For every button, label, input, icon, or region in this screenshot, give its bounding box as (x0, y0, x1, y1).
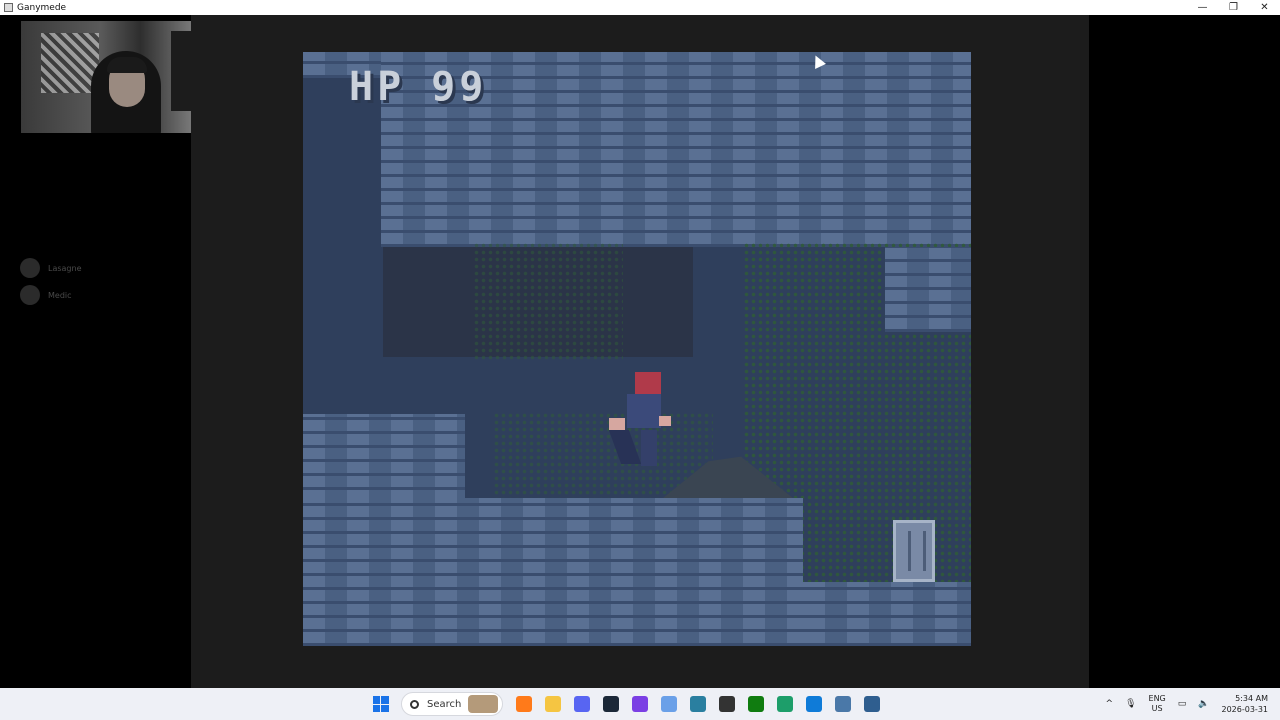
taskbar-app-button[interactable] (799, 688, 828, 720)
moss-patch (473, 242, 623, 362)
region-label: US (1151, 704, 1163, 713)
volume-icon[interactable]: 🔈 (1198, 699, 1209, 709)
viewer-item: Lasagne (20, 258, 82, 278)
obs-icon (718, 696, 735, 712)
steam-icon (602, 696, 619, 712)
hp-label: HP (349, 64, 406, 110)
start-button[interactable] (366, 688, 395, 720)
taskbar-app-button[interactable] (596, 688, 625, 720)
taskbar-app-button[interactable] (741, 688, 770, 720)
language-indicator[interactable]: ENG US (1149, 694, 1166, 714)
restore-button[interactable]: ❐ (1218, 0, 1249, 15)
door-sprite (893, 520, 935, 582)
search-highlight-image (468, 695, 498, 713)
hp-value: 99 (431, 64, 488, 110)
close-button[interactable]: ✕ (1249, 0, 1280, 15)
discord-icon (573, 696, 590, 712)
clock-time: 5:34 AM (1235, 694, 1268, 703)
firefox-icon (515, 696, 532, 712)
viewer-item: Medic (20, 285, 72, 305)
player-character (605, 372, 675, 468)
window-title: Ganymede (17, 2, 67, 13)
viewer-name: Lasagne (48, 263, 82, 273)
microphone-icon[interactable]: 🎙 (1125, 699, 1136, 709)
taskbar: Search ^ 🎙 ENG US ▭ 🔈 5:34 AM 2026-03-31 (0, 688, 1280, 720)
taskbar-app-button[interactable] (770, 688, 799, 720)
avatar (20, 285, 40, 305)
headset-app-icon (631, 696, 648, 712)
cave-background (303, 78, 381, 414)
game-app-icon (689, 696, 706, 712)
calculator-icon (834, 696, 851, 712)
taskbar-app-button[interactable] (654, 688, 683, 720)
emulator-app-icon (863, 696, 880, 712)
chat-app-icon (776, 696, 793, 712)
taskbar-app-button[interactable] (567, 688, 596, 720)
floor-platform (303, 498, 803, 646)
xbox-icon (747, 696, 764, 712)
edge-icon (805, 696, 822, 712)
search-icon (410, 699, 419, 709)
right-wall (885, 247, 971, 332)
stream-overlay-panel: Lasagne Medic (0, 15, 220, 688)
taskbar-app-button[interactable] (828, 688, 857, 720)
taskbar-app-button[interactable] (683, 688, 712, 720)
lower-floor (803, 582, 971, 646)
search-label: Search (427, 698, 462, 710)
avatar (20, 258, 40, 278)
windows-start-icon (372, 696, 389, 712)
clock-date: 2026-03-31 (1221, 705, 1269, 714)
window-controls: — ❐ ✕ (1187, 0, 1280, 15)
taskbar-app-button[interactable] (857, 688, 886, 720)
taskbar-app-button[interactable] (712, 688, 741, 720)
clock[interactable]: 5:34 AM 2026-03-31 (1222, 693, 1269, 715)
taskbar-app-button[interactable] (625, 688, 654, 720)
app-icon (4, 3, 13, 12)
tray-overflow-button[interactable]: ^ (1106, 699, 1114, 709)
taskbar-search[interactable]: Search (401, 692, 503, 716)
taskbar-app-button[interactable] (538, 688, 567, 720)
arrow-app-icon (660, 696, 677, 712)
network-icon[interactable]: ▭ (1178, 699, 1187, 709)
file-explorer-icon (544, 696, 561, 712)
window-titlebar: Ganymede — ❐ ✕ (0, 0, 1280, 15)
language-label: ENG (1148, 694, 1166, 703)
taskbar-app-button[interactable] (509, 688, 538, 720)
right-letterbox (1089, 15, 1280, 688)
system-tray: ^ 🎙 ENG US ▭ 🔈 5:34 AM 2026-03-31 (1100, 688, 1280, 720)
game-screen[interactable]: HP 99 (303, 52, 971, 646)
left-ledge (303, 414, 465, 504)
hp-display: HP 99 (349, 64, 487, 110)
viewer-name: Medic (48, 290, 72, 300)
taskbar-apps: Search (366, 688, 886, 720)
minimize-button[interactable]: — (1187, 0, 1218, 15)
